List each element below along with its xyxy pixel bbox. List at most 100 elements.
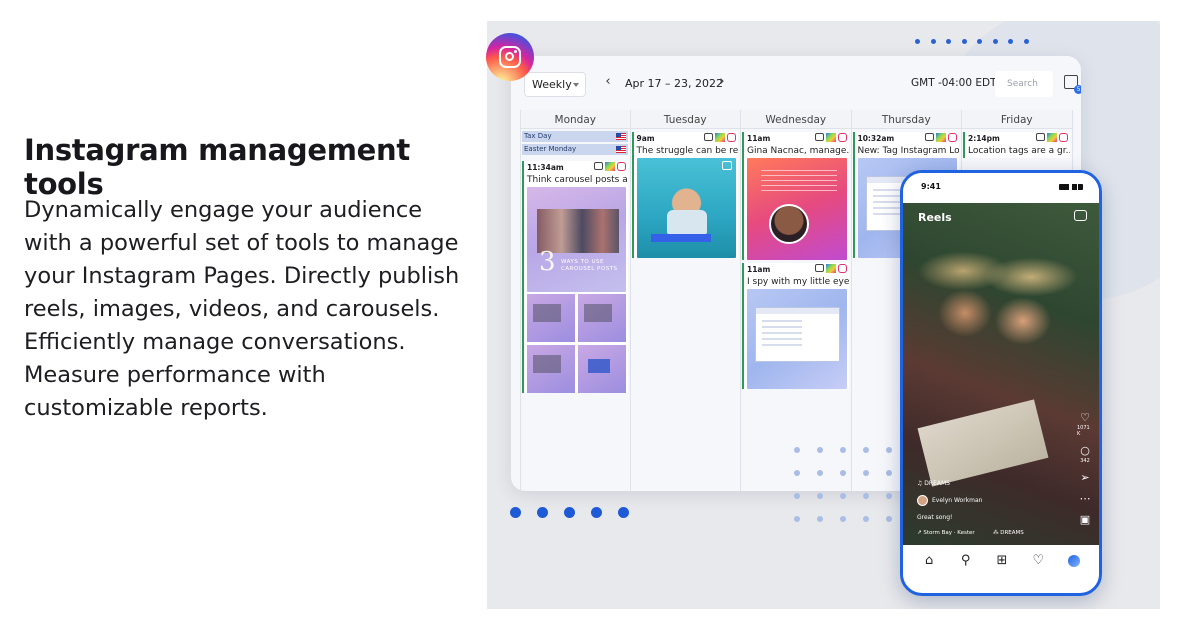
post-title: Location tags are a gr... bbox=[968, 146, 1070, 156]
home-icon[interactable]: ⌂ bbox=[922, 554, 936, 568]
search-icon[interactable]: ⚲ bbox=[959, 554, 973, 568]
audio-thumb-icon[interactable]: ▣ bbox=[1080, 514, 1091, 525]
profile-icon[interactable] bbox=[1067, 555, 1080, 567]
search-input[interactable]: Search bbox=[995, 71, 1053, 97]
post-title: Gina Nacnac, manage... bbox=[747, 146, 849, 156]
post-time: 10:32am bbox=[857, 134, 895, 143]
view-select-label: Weekly bbox=[532, 78, 572, 91]
day-header: Friday bbox=[962, 110, 1072, 129]
reel-video[interactable]: Reels ♡ 1071 K ○ 342 ➢ ⋯ ▣ ♫ DREAMS Evel… bbox=[903, 203, 1099, 545]
us-flag-icon bbox=[615, 133, 626, 140]
phone-tab-bar: ⌂ ⚲ ⊞ ♡ bbox=[903, 545, 1099, 577]
carousel-slide bbox=[527, 294, 575, 342]
instagram-icon bbox=[1058, 133, 1068, 142]
scheduled-post[interactable]: 2:14pm Location tags are a gr... bbox=[963, 132, 1070, 158]
holiday-chip[interactable]: Tax Day bbox=[522, 131, 628, 142]
view-select[interactable]: Weekly bbox=[524, 72, 586, 97]
instagram-icon bbox=[948, 133, 957, 142]
post-time: 2:14pm bbox=[968, 134, 1000, 143]
reel-user[interactable]: Evelyn Workman bbox=[917, 495, 982, 506]
post-title: The struggle can be re... bbox=[636, 146, 739, 156]
day-column-tuesday: Tuesday 9am The struggle can be re... bbox=[630, 110, 741, 491]
day-header: Thursday bbox=[851, 110, 961, 129]
carousel-slide bbox=[577, 294, 626, 342]
reel-tag: ♫ DREAMS bbox=[917, 480, 950, 487]
dots-decoration-bottom bbox=[510, 507, 629, 518]
carousel-slide bbox=[577, 345, 626, 393]
gallery-icon bbox=[1046, 133, 1057, 142]
camera-icon bbox=[704, 133, 713, 141]
camera-icon bbox=[925, 133, 934, 141]
signal-battery-icon bbox=[1059, 184, 1083, 190]
dots-decoration-grid bbox=[794, 447, 892, 522]
post-time: 11am bbox=[747, 265, 771, 274]
instagram-icon bbox=[616, 162, 626, 171]
holiday-label: Easter Monday bbox=[524, 145, 577, 153]
post-title: I spy with my little eye ... bbox=[747, 277, 849, 287]
hero-panel: Weekly ‹ Apr 17 – 23, 2022 › GMT -04:00 … bbox=[487, 21, 1160, 609]
gallery-icon bbox=[604, 162, 615, 171]
camera-icon[interactable] bbox=[1074, 210, 1087, 221]
add-post-icon[interactable]: ⊞ bbox=[995, 554, 1009, 568]
scheduled-post[interactable]: 11:34am Think carousel posts a... 3 WAYS… bbox=[522, 161, 628, 393]
chevron-right-icon[interactable]: › bbox=[716, 75, 728, 90]
post-title: New: Tag Instagram Lo... bbox=[857, 146, 960, 156]
us-flag-icon bbox=[615, 146, 626, 153]
post-time: 11am bbox=[747, 134, 771, 143]
gallery-icon bbox=[825, 133, 836, 142]
instagram-icon bbox=[837, 264, 847, 273]
timezone-label[interactable]: GMT -04:00 EDT bbox=[911, 77, 996, 89]
phone-mockup: 9:41 Reels ♡ 1071 K ○ 342 ➢ ⋯ ▣ ♫ DREAMS… bbox=[900, 170, 1102, 596]
day-header: Wednesday bbox=[741, 110, 851, 129]
reel-audio[interactable]: ↗ Storm Bay · Kester bbox=[917, 530, 975, 536]
comment-count: 342 bbox=[1080, 458, 1090, 464]
holiday-chip[interactable]: Easter Monday bbox=[522, 144, 628, 155]
reels-title: Reels bbox=[918, 211, 952, 224]
instagram-icon bbox=[727, 133, 736, 142]
scheduled-post[interactable]: 11am Gina Nacnac, manage... bbox=[742, 132, 849, 260]
reel-icon bbox=[722, 161, 732, 170]
comment-icon[interactable]: ○ bbox=[1080, 445, 1091, 456]
post-title: Think carousel posts a... bbox=[527, 175, 628, 185]
camera-icon bbox=[814, 264, 824, 272]
day-column-wednesday: Wednesday 11am Gina Nacnac, manage... 11… bbox=[741, 110, 852, 491]
camera-icon bbox=[814, 133, 824, 141]
camera-icon bbox=[593, 162, 603, 170]
carousel-grid bbox=[527, 294, 626, 393]
date-range: Apr 17 – 23, 2022 bbox=[625, 77, 724, 90]
thumbnail-number: 3 bbox=[539, 247, 556, 277]
reel-audio-effect[interactable]: ⁂ DREAMS bbox=[993, 530, 1024, 536]
heart-icon[interactable]: ♡ bbox=[1031, 554, 1045, 568]
instagram-icon bbox=[837, 133, 847, 142]
gallery-icon bbox=[715, 133, 725, 142]
post-thumbnail bbox=[747, 289, 847, 389]
instagram-logo bbox=[486, 33, 534, 81]
post-time: 11:34am bbox=[527, 163, 564, 172]
notification-badge: 5 bbox=[1074, 85, 1081, 94]
post-thumbnail: 3 WAYS TO USE CAROUSEL POSTS bbox=[527, 187, 626, 292]
scheduled-post[interactable]: 9am The struggle can be re... bbox=[631, 132, 739, 258]
reel-username: Evelyn Workman bbox=[932, 497, 983, 504]
page-heading: Instagram management tools bbox=[24, 133, 410, 201]
post-thumbnail bbox=[747, 158, 847, 260]
post-thumbnail bbox=[636, 158, 736, 258]
reel-caption: Great song! bbox=[917, 514, 953, 521]
calendar-toolbar: Weekly ‹ Apr 17 – 23, 2022 › GMT -04:00 … bbox=[511, 56, 1081, 110]
day-header: Monday bbox=[521, 110, 630, 129]
like-count: 1071 K bbox=[1077, 425, 1090, 437]
gallery-icon bbox=[936, 133, 946, 142]
day-header: Tuesday bbox=[630, 110, 740, 129]
reel-actions: ♡ 1071 K ○ 342 ➢ ⋯ ▣ bbox=[1077, 412, 1093, 525]
chevron-left-icon[interactable]: ‹ bbox=[602, 75, 614, 90]
thumbnail-caption: WAYS TO USE CAROUSEL POSTS bbox=[561, 259, 618, 272]
send-icon[interactable]: ➢ bbox=[1080, 472, 1091, 483]
page-description: Dynamically engage your audience with a … bbox=[24, 197, 460, 421]
more-icon[interactable]: ⋯ bbox=[1080, 493, 1091, 504]
holiday-label: Tax Day bbox=[524, 132, 552, 140]
status-time: 9:41 bbox=[921, 182, 941, 191]
heart-icon[interactable]: ♡ bbox=[1080, 412, 1091, 423]
carousel-slide bbox=[527, 345, 575, 393]
scheduled-post[interactable]: 11am I spy with my little eye ... bbox=[742, 263, 849, 389]
post-time: 9am bbox=[636, 134, 655, 143]
carousel-icon bbox=[1035, 133, 1045, 141]
